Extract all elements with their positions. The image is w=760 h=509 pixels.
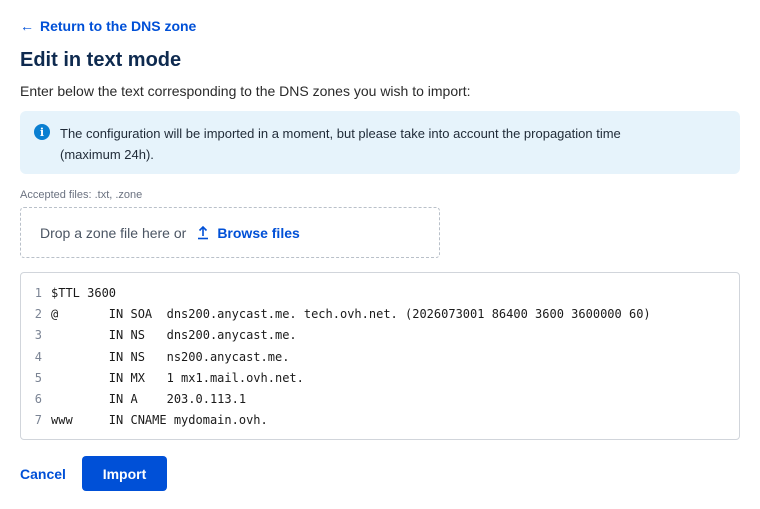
line-text: $TTL 3600 [51,285,117,300]
import-button[interactable]: Import [82,456,167,491]
code-line: 5 IN MX 1 mx1.mail.ovh.net. [21,367,739,388]
line-text: @ IN SOA dns200.anycast.me. tech.ovh.net… [51,306,651,321]
code-line: 6 IN A 203.0.113.1 [21,388,739,409]
line-number: 1 [34,285,42,300]
page-title: Edit in text mode [20,49,182,71]
code-line: 1 $TTL 3600 [21,282,739,303]
arrow-left-icon: ← [20,18,34,34]
back-link-label: Return to the DNS zone [40,18,197,34]
back-link[interactable]: ← Return to the DNS zone [20,18,196,34]
code-line: 3 IN NS dns200.anycast.me. [21,325,739,346]
line-number: 3 [34,328,42,343]
info-banner-text: The configuration will be imported in a … [60,123,621,174]
info-text-line-2: (maximum 24h). [60,147,154,162]
cancel-button[interactable]: Cancel [20,466,66,482]
dropzone-text: Drop a zone file here or [40,224,187,241]
line-text: www IN CNAME mydomain.ovh. [51,413,268,428]
line-number: 5 [34,370,42,385]
info-banner: i The configuration will be imported in … [20,111,740,174]
upload-icon [197,225,209,240]
browse-files-label: Browse files [217,224,300,241]
line-text: IN NS dns200.anycast.me. [51,328,297,343]
line-text: IN NS ns200.anycast.me. [51,349,290,364]
file-dropzone[interactable]: Drop a zone file here or Browse files [20,207,440,258]
line-text: IN A 203.0.113.1 [51,392,247,407]
code-line: 4 IN NS ns200.anycast.me. [21,346,739,367]
info-text-line-1: The configuration will be imported in a … [60,126,621,141]
line-number: 6 [34,392,42,407]
line-text: IN MX 1 mx1.mail.ovh.net. [51,370,304,385]
code-line: 7 www IN CNAME mydomain.ovh. [21,410,739,431]
line-number: 2 [34,306,42,321]
accepted-files-label: Accepted files: .txt, .zone [20,189,143,201]
intro-text: Enter below the text corresponding to th… [20,83,471,99]
browse-files-button[interactable]: Browse files [197,224,300,241]
info-icon: i [34,124,50,140]
code-line: 2 @ IN SOA dns200.anycast.me. tech.ovh.n… [21,303,739,324]
line-number: 7 [34,413,42,428]
zone-text-editor[interactable]: 1 $TTL 3600 2 @ IN SOA dns200.anycast.me… [20,272,740,440]
line-number: 4 [34,349,42,364]
